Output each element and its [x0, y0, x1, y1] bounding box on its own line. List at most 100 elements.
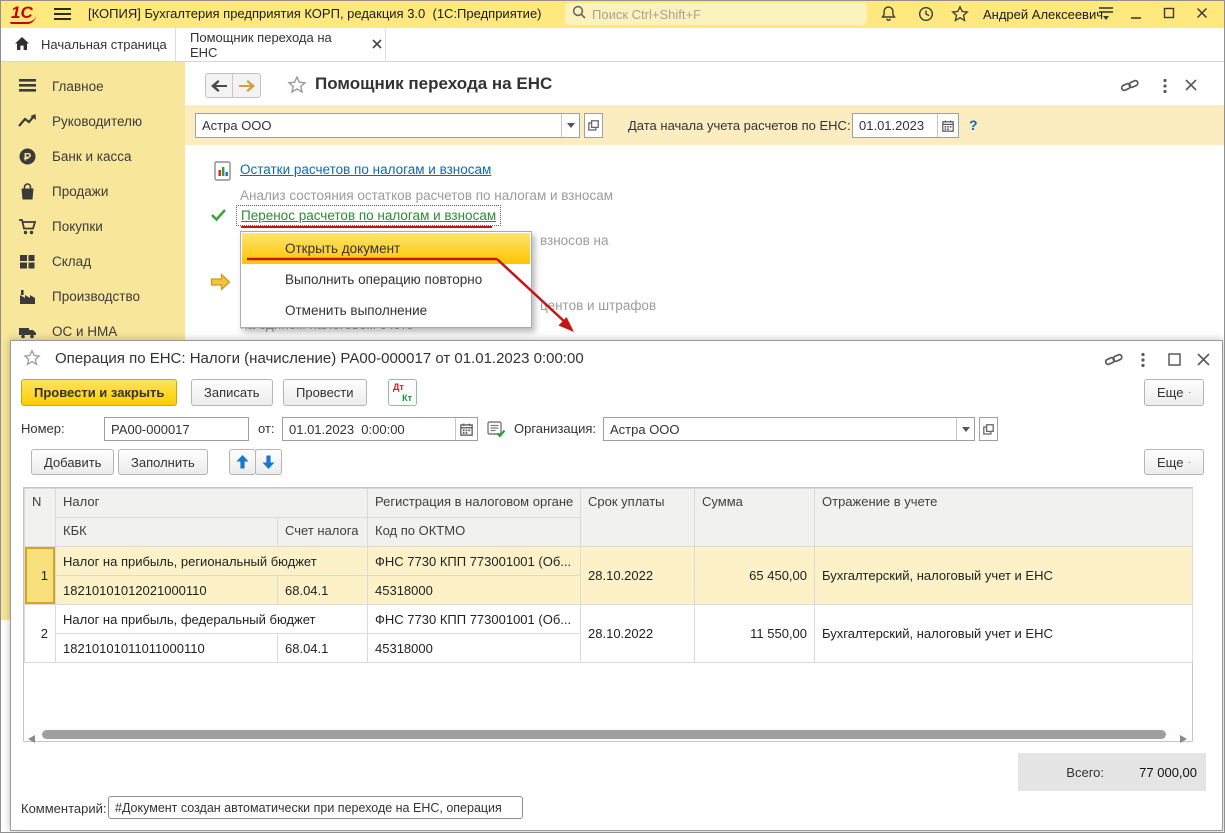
sidebar-item-production[interactable]: Производство [0, 279, 185, 314]
cell-due[interactable]: 28.10.2022 [580, 604, 696, 663]
window-close-icon[interactable] [1195, 6, 1211, 22]
number-field[interactable]: РА00-000017 [104, 417, 249, 441]
current-step-arrow-icon [210, 272, 231, 296]
sidebar-item-purchases[interactable]: Покупки [0, 209, 185, 244]
move-row-up-button[interactable] [229, 449, 256, 475]
table-row[interactable]: 1 Налог на прибыль, региональный бюджет … [24, 546, 1194, 605]
ens-date-field[interactable]: 01.01.2023 [852, 113, 959, 138]
shopping-bag-icon [18, 182, 37, 201]
organization-label: Организация: [514, 421, 597, 436]
tax-table-container: N Налог Регистрация в налоговом органе С… [23, 487, 1194, 743]
ens-date-label: Дата начала учета расчетов по ЕНС: [628, 118, 851, 133]
sidebar-item-label: Банк и касса [52, 149, 132, 164]
cell-registration[interactable]: ФНС 7730 КПП 773001001 (Об... [367, 604, 582, 634]
close-form-icon[interactable] [1184, 78, 1204, 96]
get-link-icon[interactable] [1120, 78, 1140, 96]
notifications-bell-icon[interactable] [880, 5, 900, 23]
tab-close-icon[interactable] [371, 38, 385, 52]
window-maximize-icon[interactable] [1162, 6, 1178, 22]
more-menu-icon[interactable] [1162, 78, 1182, 96]
move-row-down-button[interactable] [255, 449, 282, 475]
organization-open-icon[interactable] [584, 113, 603, 138]
step-balances-link[interactable]: Остатки расчетов по налогам и взносам [240, 162, 491, 177]
cell-amount[interactable]: 65 450,00 [694, 546, 816, 605]
trend-chart-icon [18, 112, 37, 131]
post-and-close-button[interactable]: Провести и закрыть [21, 379, 178, 406]
dropdown-arrow-icon[interactable] [561, 114, 579, 137]
sidebar-item-main[interactable]: Главное [0, 69, 185, 104]
organization-open-icon[interactable] [979, 417, 998, 441]
tab-home-page[interactable]: Начальная страница [0, 28, 176, 61]
cell-registration[interactable]: ФНС 7730 КПП 773001001 (Об... [367, 546, 582, 576]
sidebar-item-label: ОС и НМА [52, 324, 118, 339]
post-button[interactable]: Провести [283, 379, 367, 406]
scroll-right-icon[interactable] [1180, 730, 1188, 743]
show-postings-button[interactable]: Дт Кт [388, 379, 417, 406]
maximize-window-icon[interactable] [1167, 352, 1185, 368]
forward-button[interactable] [233, 74, 260, 97]
cell-due[interactable]: 28.10.2022 [580, 546, 696, 605]
organization-select[interactable]: Астра ООО [195, 113, 580, 138]
calendar-icon[interactable] [937, 114, 958, 137]
cell-oktmo[interactable]: 45318000 [367, 633, 582, 663]
cell-account[interactable]: 68.04.1 [276, 633, 369, 663]
assistant-parameters: Астра ООО Дата начала учета расчетов по … [185, 105, 1225, 145]
ens-operation-dialog: Операция по ЕНС: Налоги (начисление) РА0… [10, 340, 1223, 831]
cell-oktmo[interactable]: 45318000 [367, 575, 582, 605]
service-settings-icon[interactable] [1097, 5, 1117, 23]
column-header-kbk: КБК [55, 517, 278, 547]
menu-item-repeat-operation[interactable]: Выполнить операцию повторно [242, 264, 530, 295]
date-label: от: [258, 421, 275, 436]
window-minimize-icon[interactable] [1129, 8, 1145, 24]
menu-item-cancel-execution[interactable]: Отменить выполнение [242, 295, 530, 326]
sidebar-item-warehouse[interactable]: Склад [0, 244, 185, 279]
write-button[interactable]: Записать [191, 379, 273, 406]
cell-amount[interactable]: 11 550,00 [694, 604, 816, 663]
cell-reflection[interactable]: Бухгалтерский, налоговый учет и ЕНС [814, 546, 1194, 605]
more-actions-button[interactable]: Еще [1144, 379, 1204, 406]
cell-n[interactable]: 2 [24, 604, 56, 663]
date-field[interactable]: 01.01.2023 0:00:00 [282, 417, 478, 441]
favorite-page-star-icon[interactable] [287, 75, 307, 95]
main-menu-icon[interactable] [54, 8, 71, 20]
more-menu-icon[interactable] [1140, 352, 1158, 368]
scroll-left-icon[interactable] [28, 730, 36, 743]
sidebar-item-bank-cash[interactable]: Р Банк и касса [0, 139, 185, 174]
search-input[interactable] [592, 6, 832, 22]
current-user-name[interactable]: Андрей Алексеевич [983, 7, 1103, 22]
menu-item-open-document[interactable]: Открыть документ [242, 233, 530, 264]
tab-ens-assistant[interactable]: Помощник перехода на ЕНС [176, 28, 386, 61]
step-transfer-link[interactable]: Перенос расчетов по налогам и взносам [236, 205, 502, 226]
add-row-button[interactable]: Добавить [31, 449, 115, 475]
cell-n[interactable]: 1 [24, 546, 56, 605]
cell-kbk[interactable]: 18210101012021000110 [55, 575, 278, 605]
help-link[interactable]: ? [969, 117, 978, 133]
table-row[interactable]: 2 Налог на прибыль, федеральный бюджет Ф… [24, 604, 1194, 663]
global-search[interactable] [565, 3, 867, 25]
sidebar-item-label: Главное [52, 79, 104, 94]
sidebar-item-manager[interactable]: Руководителю [0, 104, 185, 139]
more-table-actions-button[interactable]: Еще [1144, 449, 1204, 475]
comment-input[interactable] [108, 796, 523, 819]
history-icon[interactable] [917, 5, 937, 23]
number-value: РА00-000017 [111, 421, 190, 437]
favorites-star-icon[interactable] [951, 5, 971, 23]
dropdown-arrow-icon[interactable] [956, 418, 974, 440]
cell-kbk[interactable]: 18210101011011000110 [55, 633, 278, 663]
cell-reflection[interactable]: Бухгалтерский, налоговый учет и ЕНС [814, 604, 1194, 663]
favorite-star-icon[interactable] [23, 349, 41, 367]
sidebar-item-sales[interactable]: Продажи [0, 174, 185, 209]
organization-field[interactable]: Астра ООО [603, 417, 975, 441]
horizontal-scrollbar[interactable] [24, 727, 1192, 743]
scrollbar-thumb[interactable] [42, 729, 1166, 739]
cell-account[interactable]: 68.04.1 [276, 575, 369, 605]
fill-button[interactable]: Заполнить [118, 449, 208, 475]
close-window-icon[interactable] [1196, 352, 1214, 368]
cell-tax[interactable]: Налог на прибыль, федеральный бюджет [54, 604, 369, 634]
tab-label: Помощник перехода на ЕНС [190, 29, 332, 60]
calendar-icon[interactable] [455, 418, 477, 440]
get-link-icon[interactable] [1104, 352, 1123, 368]
back-button[interactable] [206, 74, 233, 97]
sidebar-item-label: Производство [52, 289, 141, 304]
cell-tax[interactable]: Налог на прибыль, региональный бюджет [54, 546, 369, 576]
